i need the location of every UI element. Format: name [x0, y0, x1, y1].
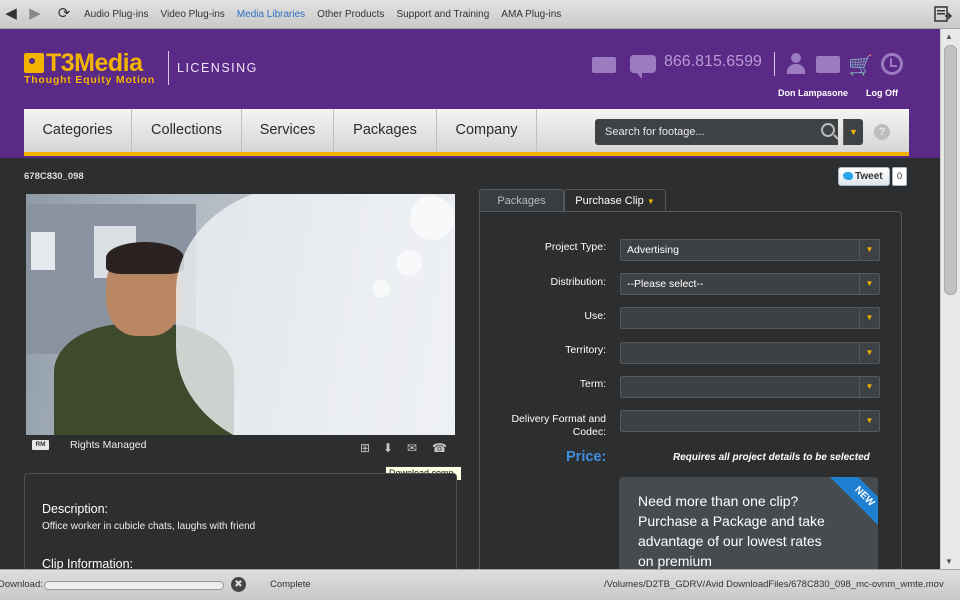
description-panel: Description: Office worker in cubicle ch…: [24, 473, 457, 583]
project-type-value: Advertising: [627, 244, 679, 256]
download-icon[interactable]: ⬇: [381, 442, 395, 454]
distribution-select[interactable]: --Please select-- ▼: [620, 273, 880, 295]
scroll-up-icon[interactable]: ▲: [945, 32, 953, 41]
tweet-label: Tweet: [855, 171, 883, 182]
tweet-button[interactable]: Tweet: [838, 167, 890, 186]
nav-packages[interactable]: Packages: [334, 109, 437, 152]
clock-icon[interactable]: [881, 53, 903, 75]
nav-collections[interactable]: Collections: [132, 109, 242, 152]
logo-divider: [168, 51, 169, 85]
new-badge: NEW: [825, 477, 878, 536]
field-label-territory: Territory:: [565, 344, 606, 356]
cart-icon[interactable]: 🛒: [848, 53, 873, 78]
chevron-down-icon: ▼: [859, 308, 879, 328]
header-divider: [774, 52, 775, 76]
search-options-dropdown[interactable]: ▼: [843, 119, 863, 145]
download-path: /Volumes/D2TB_GDRV/Avid DownloadFiles/67…: [604, 579, 944, 590]
download-label: Download:: [0, 579, 43, 590]
video-scene-board: [31, 232, 55, 270]
nav-services[interactable]: Services: [242, 109, 334, 152]
territory-select[interactable]: ▼: [620, 342, 880, 364]
clip-id: 678C830_098: [24, 171, 84, 182]
chevron-down-icon: ▼: [859, 411, 879, 431]
cancel-download-icon[interactable]: ✖: [231, 577, 246, 592]
phone-icon[interactable]: ☎: [432, 442, 447, 454]
host-link-video[interactable]: Video Plug-ins: [160, 9, 224, 20]
forward-arrow-icon[interactable]: ▶: [26, 5, 44, 23]
host-link-media-libraries[interactable]: Media Libraries: [237, 9, 305, 20]
video-scene-orb: [396, 250, 422, 276]
field-label-term: Term:: [579, 378, 606, 390]
plus-icon[interactable]: ⊞: [358, 442, 372, 454]
price-note: Requires all project details to be selec…: [673, 452, 870, 463]
twitter-bird-icon: [843, 172, 853, 180]
host-link-other-products[interactable]: Other Products: [317, 9, 384, 20]
logo-mark-icon: [24, 53, 44, 73]
field-label-use: Use:: [584, 310, 606, 322]
folder-icon[interactable]: [816, 56, 840, 73]
host-link-ama[interactable]: AMA Plug-ins: [501, 9, 561, 20]
main-nav: Categories Collections Services Packages…: [24, 109, 909, 156]
search-icon[interactable]: [821, 123, 835, 137]
video-scene-orb: [372, 280, 390, 298]
chevron-down-icon: ▼: [859, 274, 879, 294]
section-title: LICENSING: [177, 61, 258, 75]
caret-down-icon: ▼: [646, 197, 655, 206]
help-icon[interactable]: ?: [874, 124, 890, 140]
download-bar: Download: ✖ Complete /Volumes/D2TB_GDRV/…: [0, 569, 960, 600]
price-label: Price:: [566, 449, 607, 465]
user-name-link[interactable]: Don Lampasone: [778, 88, 848, 98]
field-label-project-type: Project Type:: [544, 241, 606, 253]
tweet-count: 0: [892, 167, 907, 186]
field-label-delivery-format: Delivery Format and Codec:: [511, 413, 606, 438]
distribution-value: --Please select--: [627, 278, 704, 290]
host-toolbar: ◀ ▶ ⟳ Audio Plug-ins Video Plug-ins Medi…: [0, 0, 960, 29]
use-select[interactable]: ▼: [620, 307, 880, 329]
mail-icon[interactable]: [592, 57, 616, 73]
rights-managed-badge: RM: [32, 440, 49, 450]
host-links: Audio Plug-ins Video Plug-ins Media Libr…: [84, 0, 561, 29]
term-select[interactable]: ▼: [620, 376, 880, 398]
logoff-link[interactable]: Log Off: [866, 88, 898, 98]
description-text: Office worker in cubicle chats, laughs w…: [42, 521, 256, 532]
project-type-select[interactable]: Advertising ▼: [620, 239, 880, 261]
chevron-down-icon: ▼: [859, 377, 879, 397]
video-scene-orb: [410, 196, 454, 240]
chat-icon[interactable]: [630, 55, 656, 79]
video-scene-person-hair: [106, 242, 184, 274]
exit-icon[interactable]: [934, 6, 952, 22]
tab-purchase-clip-label: Purchase Clip: [575, 195, 644, 207]
description-title: Description:: [42, 502, 108, 516]
site-header: T3Media Thought Equity Motion LICENSING …: [0, 29, 940, 158]
nav-categories[interactable]: Categories: [24, 109, 132, 152]
host-link-support[interactable]: Support and Training: [396, 9, 489, 20]
video-preview[interactable]: [26, 194, 455, 435]
field-label-distribution: Distribution:: [550, 276, 606, 288]
back-arrow-icon[interactable]: ◀: [2, 5, 20, 23]
search-input[interactable]: Search for footage...: [595, 119, 838, 145]
logo-subtext: Thought Equity Motion: [24, 74, 156, 86]
chevron-down-icon: ▼: [859, 343, 879, 363]
scroll-thumb[interactable]: [944, 45, 957, 295]
tab-purchase-clip[interactable]: Purchase Clip ▼: [564, 189, 666, 212]
promo-text: Need more than one clip? Purchase a Pack…: [638, 493, 825, 569]
user-icon[interactable]: [786, 53, 806, 75]
host-link-audio[interactable]: Audio Plug-ins: [84, 9, 148, 20]
page-scrollbar[interactable]: ▲ ▼: [940, 29, 960, 569]
download-status: Complete: [270, 579, 311, 590]
chevron-down-icon: ▼: [859, 240, 879, 260]
phone-number: 866.815.6599: [664, 53, 762, 70]
tab-packages[interactable]: Packages: [479, 189, 564, 212]
reload-icon[interactable]: ⟳: [55, 5, 73, 23]
delivery-format-select[interactable]: ▼: [620, 410, 880, 432]
scroll-down-icon[interactable]: ▼: [945, 557, 953, 566]
package-promo[interactable]: Need more than one clip? Purchase a Pack…: [619, 477, 878, 583]
rights-label: Rights Managed: [70, 439, 147, 451]
download-progress: [44, 581, 224, 590]
envelope-icon[interactable]: ✉: [405, 442, 419, 454]
nav-company[interactable]: Company: [437, 109, 537, 152]
